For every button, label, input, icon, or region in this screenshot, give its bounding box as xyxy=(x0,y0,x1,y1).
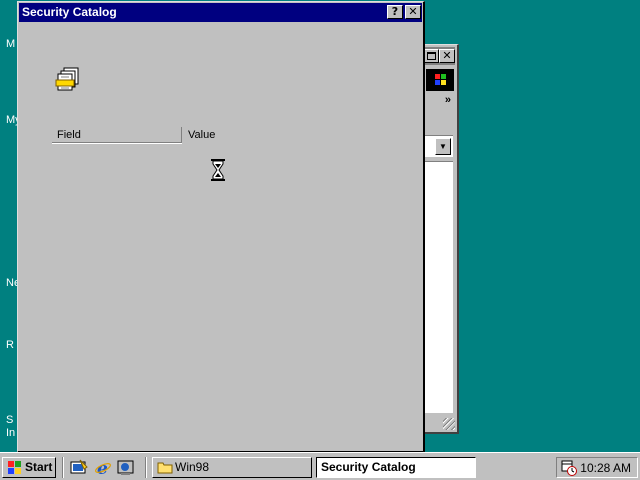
desktop-icon-label-internet[interactable]: In xyxy=(6,427,15,439)
desktop-icon-label-recycle-bin[interactable]: R xyxy=(6,339,14,351)
taskbar-item-win98[interactable]: Win98 xyxy=(152,457,312,478)
folder-view-pane[interactable] xyxy=(422,161,453,413)
taskbar: Start e Win98 Security Catalog 10:28 AM xyxy=(0,452,640,480)
security-catalog-dialog: Security Catalog ? ✕ Field Value xyxy=(17,1,425,453)
taskbar-item-label: Security Catalog xyxy=(321,460,416,474)
dialog-title: Security Catalog xyxy=(22,5,117,19)
start-label: Start xyxy=(25,460,53,474)
taskbar-item-security-catalog[interactable]: Security Catalog xyxy=(316,457,476,478)
clock[interactable]: 10:28 AM xyxy=(580,461,631,475)
task-scheduler-icon[interactable] xyxy=(561,460,577,476)
windows-logo-icon xyxy=(426,69,454,91)
start-button[interactable]: Start xyxy=(2,457,56,478)
resize-grip[interactable] xyxy=(443,418,455,430)
desktop-icon-label-my-computer[interactable]: M xyxy=(6,38,15,50)
desktop-icon-label-setup[interactable]: S xyxy=(6,414,13,426)
show-desktop-icon[interactable] xyxy=(70,459,88,476)
hourglass-icon xyxy=(211,159,225,181)
address-combobox[interactable]: ▼ xyxy=(422,135,453,157)
taskbar-separator xyxy=(62,457,64,478)
chevron-down-icon[interactable]: ▼ xyxy=(435,138,451,155)
dialog-titlebar[interactable]: Security Catalog ? ✕ xyxy=(19,3,422,22)
maximize-button[interactable] xyxy=(423,49,439,63)
windows-logo-icon xyxy=(8,461,21,474)
internet-explorer-icon[interactable]: e xyxy=(94,459,112,476)
help-button[interactable]: ? xyxy=(387,5,403,19)
folder-icon xyxy=(157,462,173,474)
taskbar-item-label: Win98 xyxy=(175,460,210,474)
maximize-icon xyxy=(426,52,436,60)
background-window-titlebar[interactable]: ✕ xyxy=(420,47,455,65)
close-button[interactable]: ✕ xyxy=(405,5,421,19)
close-button[interactable]: ✕ xyxy=(439,49,455,63)
taskbar-separator xyxy=(145,457,147,478)
system-tray: 10:28 AM xyxy=(556,457,638,478)
document-stack-icon xyxy=(55,67,79,91)
toolbar-more-chevron[interactable]: » xyxy=(445,94,451,106)
field-column-header[interactable]: Field xyxy=(52,127,182,143)
value-column-header[interactable]: Value xyxy=(183,127,263,143)
view-channels-icon[interactable] xyxy=(117,459,135,476)
